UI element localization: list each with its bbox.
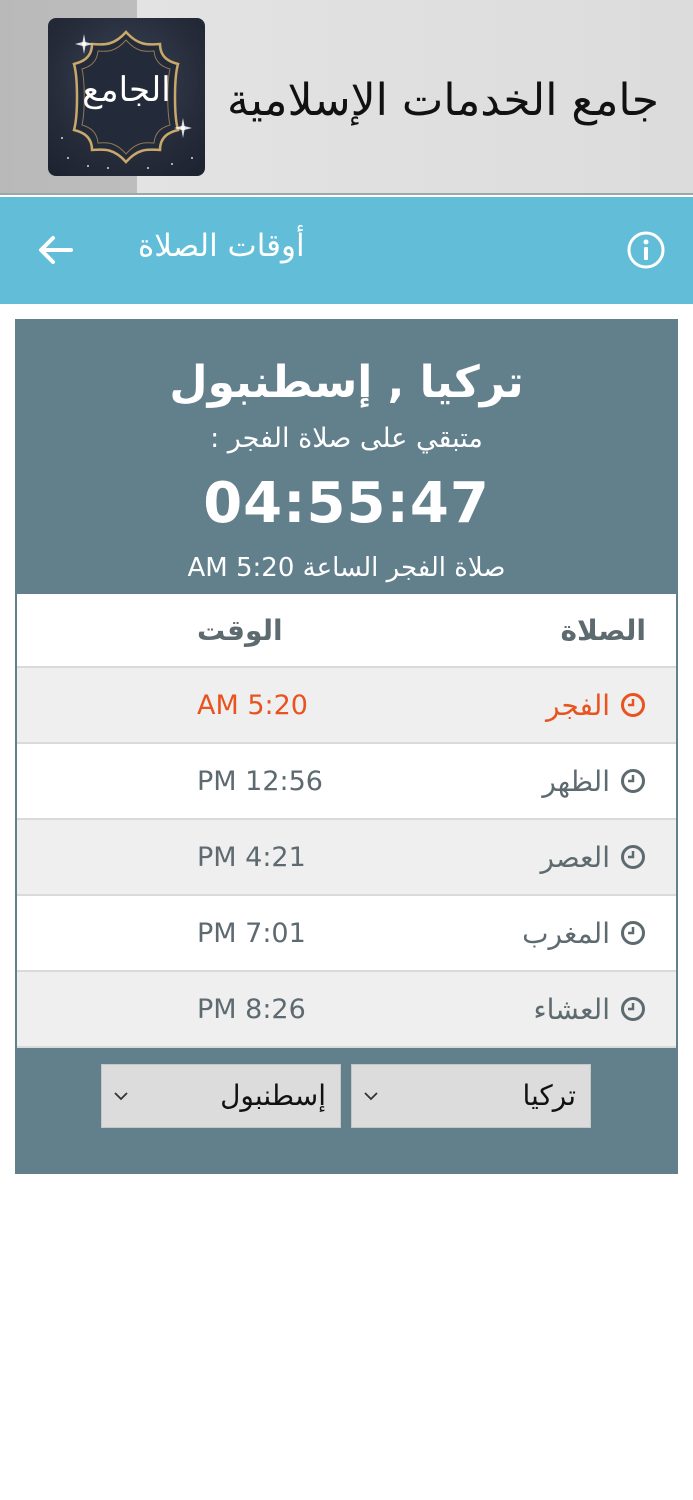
prayer-table: الصلاة الوقت الفجر AM 5:20 الظهر PM 12:5… <box>17 594 676 1048</box>
country-select[interactable]: تركيا <box>351 1064 591 1128</box>
city-select[interactable]: إسطنبول <box>101 1064 341 1128</box>
chevron-down-icon <box>364 1092 378 1101</box>
clock-icon <box>620 996 646 1022</box>
column-header-prayer: الصلاة <box>560 613 647 647</box>
toolbar: أوقات الصلاة <box>0 197 693 304</box>
location-selectors: تركيا إسطنبول <box>15 1064 678 1128</box>
clock-icon <box>620 692 646 718</box>
next-prayer-info: صلاة الفجر الساعة 5:20 AM <box>187 553 506 583</box>
chevron-down-icon <box>114 1092 128 1101</box>
prayer-time: PM 12:56 <box>197 765 323 797</box>
country-select-value: تركيا <box>522 1079 576 1112</box>
table-row: المغرب PM 7:01 <box>17 896 676 972</box>
prayer-time: PM 8:26 <box>197 993 306 1025</box>
table-header: الصلاة الوقت <box>17 594 676 668</box>
prayer-name: العصر <box>540 840 610 874</box>
logo-text: الجامع <box>82 70 171 110</box>
remaining-label: متبقي على صلاة الفجر : <box>210 423 483 454</box>
prayer-name: الظهر <box>542 764 610 798</box>
page-title: أوقات الصلاة <box>138 228 305 264</box>
table-row: العشاء PM 8:26 <box>17 972 676 1048</box>
prayer-name: الفجر <box>546 688 610 722</box>
clock-icon <box>620 768 646 794</box>
back-button[interactable] <box>30 225 80 275</box>
prayer-time: AM 5:20 <box>197 689 308 721</box>
clock-icon <box>620 844 646 870</box>
card-header: تركيا , إسطنبول متبقي على صلاة الفجر : 0… <box>15 319 678 593</box>
prayer-time: PM 7:01 <box>197 917 306 949</box>
prayer-name: المغرب <box>522 916 610 950</box>
app-logo: الجامع <box>48 18 205 176</box>
app-banner: الجامع جامع الخدمات الإسلامية <box>0 0 693 195</box>
clock-icon <box>620 920 646 946</box>
table-row: الفجر AM 5:20 <box>17 668 676 744</box>
table-row: الظهر PM 12:56 <box>17 744 676 820</box>
location-title: تركيا , إسطنبول <box>169 357 524 408</box>
prayer-times-card: تركيا , إسطنبول متبقي على صلاة الفجر : 0… <box>15 319 678 1174</box>
info-button[interactable] <box>625 229 667 271</box>
column-header-time: الوقت <box>197 613 283 647</box>
countdown-timer: 04:55:47 <box>203 471 490 536</box>
prayer-name: العشاء <box>533 992 611 1026</box>
app-title: جامع الخدمات الإسلامية <box>227 75 659 126</box>
info-icon <box>627 231 665 269</box>
prayer-time: PM 4:21 <box>197 841 306 873</box>
arrow-left-icon <box>39 236 73 264</box>
table-row: العصر PM 4:21 <box>17 820 676 896</box>
city-select-value: إسطنبول <box>220 1079 326 1112</box>
